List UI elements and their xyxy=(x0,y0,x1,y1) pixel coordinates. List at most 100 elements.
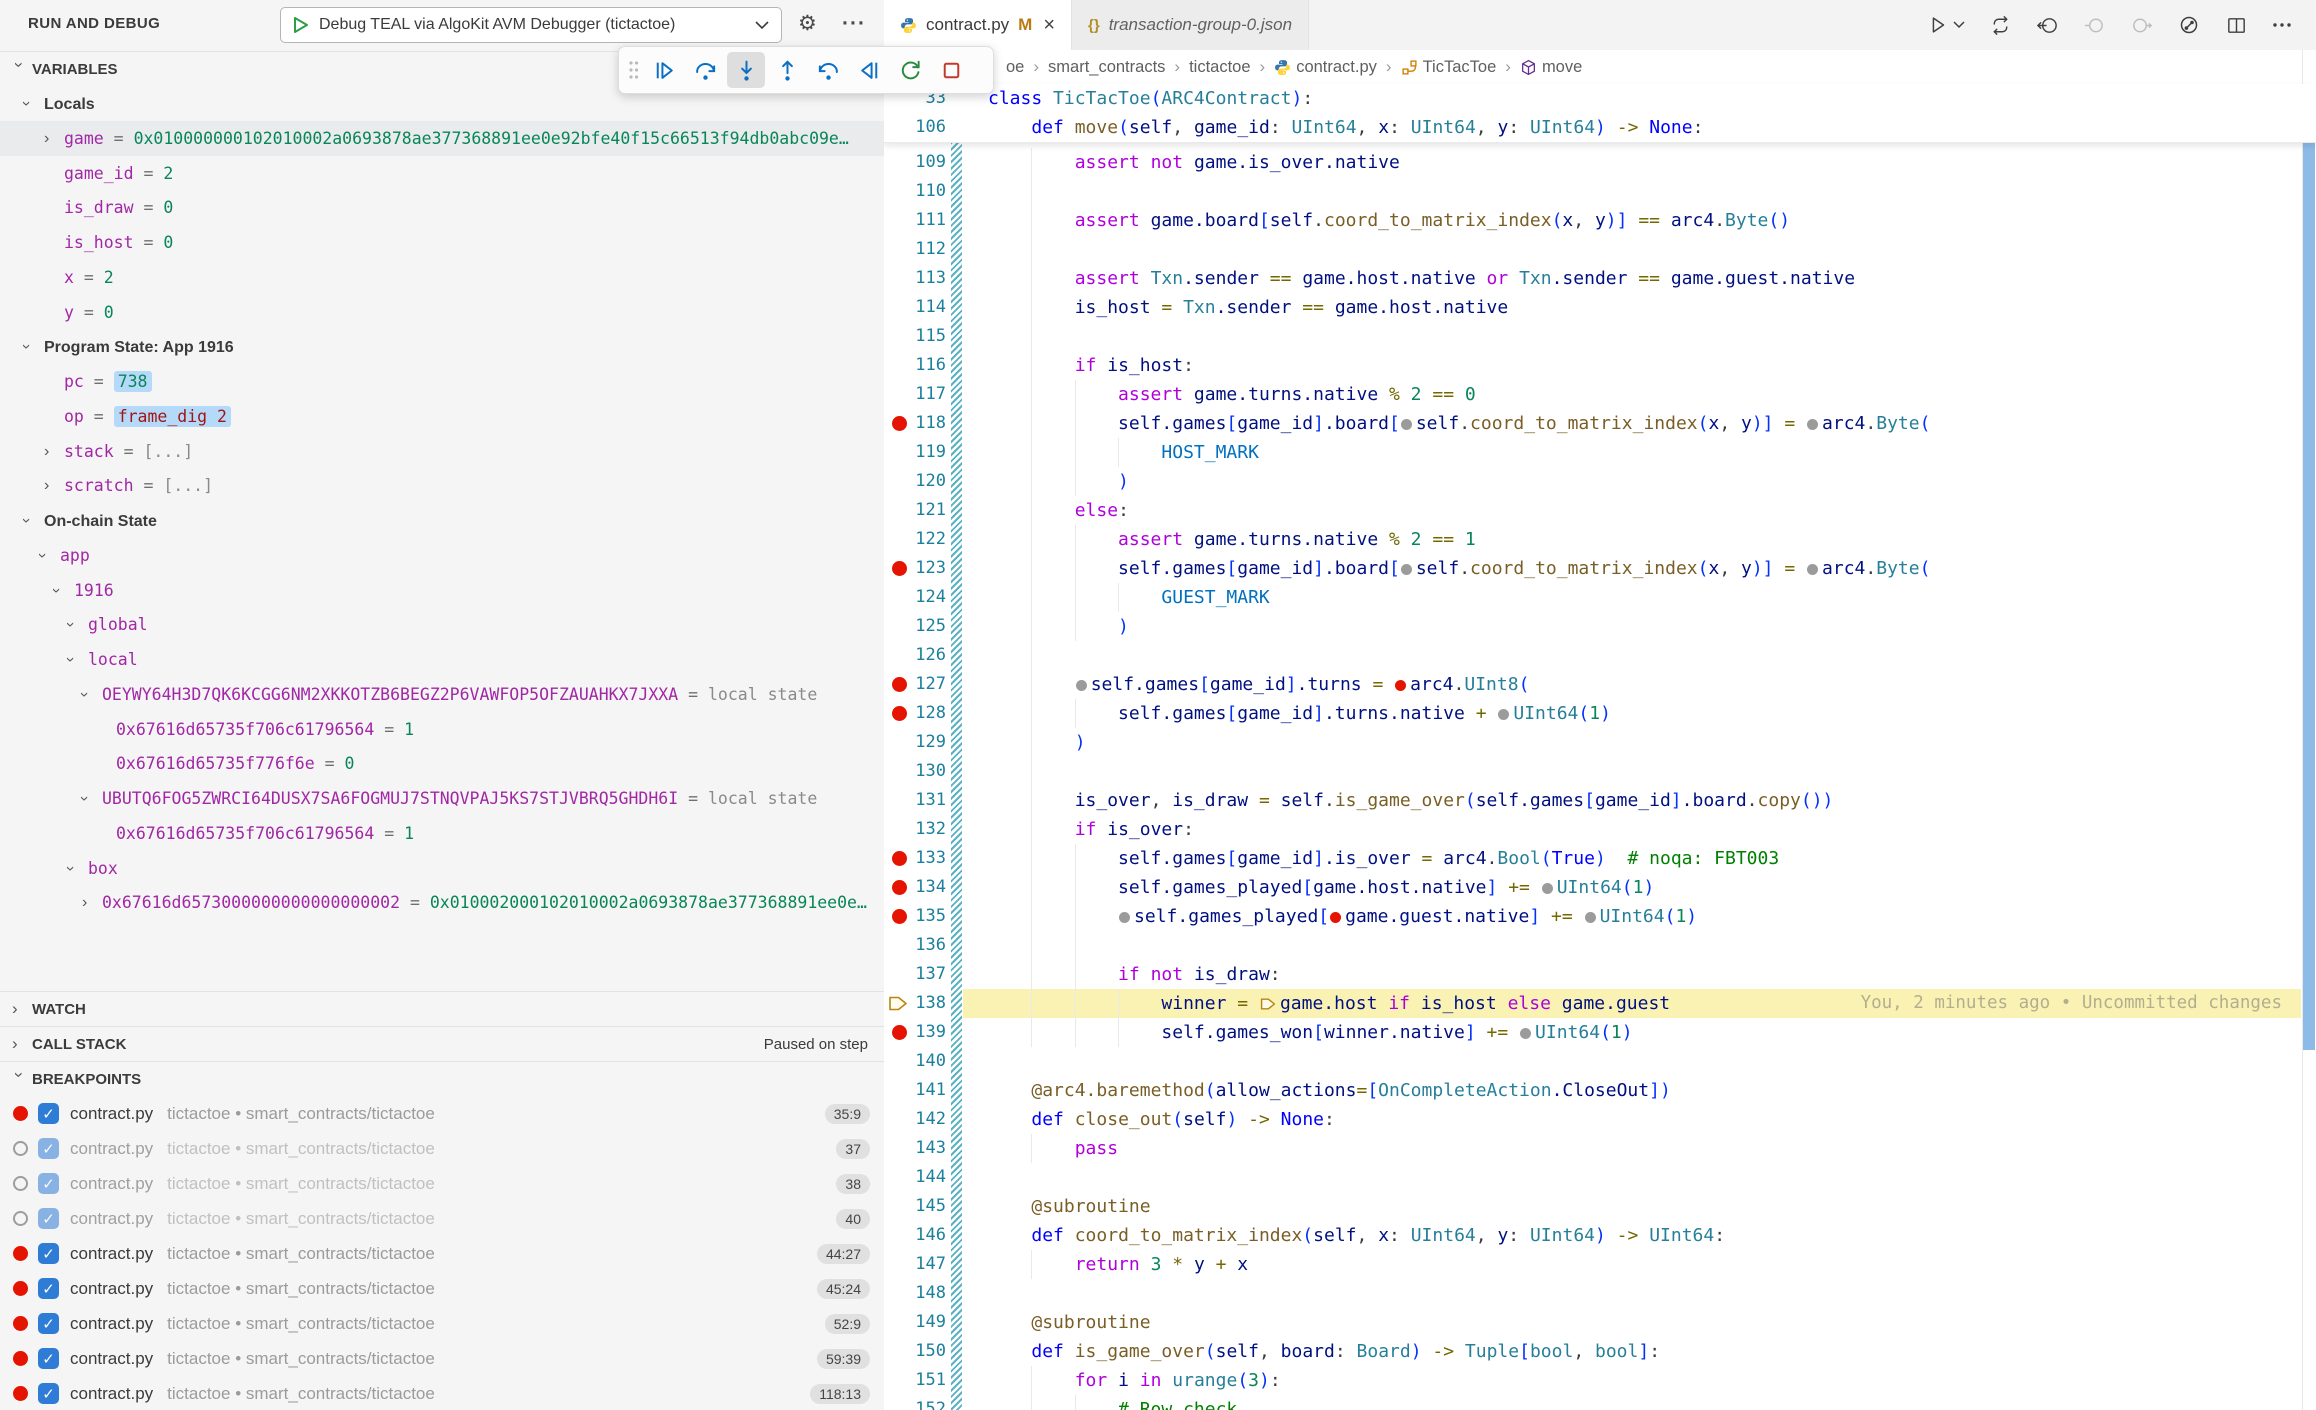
code-line[interactable]: 127 self.games[game_id].turns = arc4.UIn… xyxy=(884,670,2316,699)
step-into-icon[interactable] xyxy=(727,52,765,88)
inline-breakpoint-gray-icon[interactable] xyxy=(1401,564,1412,575)
inline-breakpoint-red-icon[interactable] xyxy=(1395,680,1406,691)
breadcrumb-item[interactable]: TicTacToe xyxy=(1401,58,1497,77)
breakpoint-icon[interactable] xyxy=(13,1316,28,1331)
more-actions-icon[interactable]: ··· xyxy=(842,10,866,38)
code-line[interactable]: 138 winner = game.host if is_host else g… xyxy=(884,989,2316,1018)
code-line[interactable]: 123 self.games[game_id].board[self.coord… xyxy=(884,554,2316,583)
code-line[interactable]: 133 self.games[game_id].is_over = arc4.B… xyxy=(884,844,2316,873)
tab-contract-py[interactable]: contract.py M × xyxy=(884,0,1072,50)
code-line[interactable]: 122 assert game.turns.native % 2 == 1 xyxy=(884,525,2316,554)
code-line[interactable]: 33class TicTacToe(ARC4Contract): xyxy=(884,84,2316,113)
inline-breakpoint-gray-icon[interactable] xyxy=(1076,680,1087,691)
code-line[interactable]: 145 @subroutine xyxy=(884,1192,2316,1221)
code-line[interactable]: 148 xyxy=(884,1279,2316,1308)
tab-transaction-group-json[interactable]: {} transaction-group-0.json xyxy=(1072,0,1309,50)
variable-row[interactable]: ›app xyxy=(0,538,884,573)
breakpoint-checkbox[interactable]: ✓ xyxy=(38,1103,59,1124)
variable-row[interactable]: ›game = 0x010000000102010002a0693878ae37… xyxy=(0,121,884,156)
step-back-icon[interactable] xyxy=(809,52,847,88)
code-line[interactable]: 142 def close_out(self) -> None: xyxy=(884,1105,2316,1134)
variable-row[interactable]: ›local xyxy=(0,642,884,677)
step-out-icon[interactable] xyxy=(768,52,806,88)
code-line[interactable]: 128 self.games[game_id].turns.native + U… xyxy=(884,699,2316,728)
gear-icon[interactable]: ⚙ xyxy=(798,10,817,38)
variable-row[interactable]: ›box xyxy=(0,851,884,886)
breakpoint-icon[interactable] xyxy=(13,1141,28,1156)
inline-breakpoint-gray-icon[interactable] xyxy=(1542,883,1553,894)
breakpoint-checkbox[interactable]: ✓ xyxy=(38,1383,59,1404)
variable-row[interactable]: 0x67616d65735f706c61796564 = 1 xyxy=(0,712,884,747)
breadcrumb-item[interactable]: oe xyxy=(1006,58,1024,77)
code-line[interactable]: 113 assert Txn.sender == game.host.nativ… xyxy=(884,264,2316,293)
breakpoint-row[interactable]: ✓contract.pytictactoe • smart_contracts/… xyxy=(0,1131,884,1166)
breakpoint-icon[interactable] xyxy=(13,1386,28,1401)
breakpoint-row[interactable]: ✓contract.pytictactoe • smart_contracts/… xyxy=(0,1376,884,1410)
code-line[interactable]: 114 is_host = Txn.sender == game.host.na… xyxy=(884,293,2316,322)
variables-group-row[interactable]: ›Program State: App 1916 xyxy=(0,329,884,364)
breakpoint-icon[interactable] xyxy=(13,1176,28,1191)
sticky-scroll[interactable]: 33class TicTacToe(ARC4Contract):106 def … xyxy=(884,84,2316,143)
code-line[interactable]: 125 ) xyxy=(884,612,2316,641)
code-area[interactable]: 109 assert not game.is_over.native110 11… xyxy=(884,142,2316,1410)
debug-start-icon[interactable] xyxy=(293,16,309,34)
code-line[interactable]: 136 xyxy=(884,931,2316,960)
inline-breakpoint-gray-icon[interactable] xyxy=(1520,1028,1531,1039)
section-watch[interactable]: › WATCH xyxy=(0,991,884,1026)
code-line[interactable]: 134 self.games_played[game.host.native] … xyxy=(884,873,2316,902)
drag-handle-icon[interactable] xyxy=(627,59,640,81)
code-line[interactable]: 111 assert game.board[self.coord_to_matr… xyxy=(884,206,2316,235)
code-line[interactable]: 112 xyxy=(884,235,2316,264)
variable-row[interactable]: ›stack = [...] xyxy=(0,434,884,469)
launch-config-select[interactable]: Debug TEAL via AlgoKit AVM Debugger (tic… xyxy=(280,7,782,43)
code-line[interactable]: 115 xyxy=(884,322,2316,351)
code-line[interactable]: 119 HOST_MARK xyxy=(884,438,2316,467)
variables-group-row[interactable]: ›On-chain State xyxy=(0,503,884,538)
section-call-stack[interactable]: › CALL STACK Paused on step xyxy=(0,1026,884,1061)
variable-row[interactable]: ›1916 xyxy=(0,573,884,608)
breakpoint-checkbox[interactable]: ✓ xyxy=(38,1243,59,1264)
breakpoint-checkbox[interactable]: ✓ xyxy=(38,1208,59,1229)
code-line[interactable]: 149 @subroutine xyxy=(884,1308,2316,1337)
inline-breakpoint-gray-icon[interactable] xyxy=(1401,419,1412,430)
inline-breakpoint-gray-icon[interactable] xyxy=(1807,419,1818,430)
breadcrumb-item[interactable]: contract.py xyxy=(1274,58,1377,77)
breakpoint-row[interactable]: ✓contract.pytictactoe • smart_contracts/… xyxy=(0,1271,884,1306)
more-actions-icon[interactable] xyxy=(2272,22,2292,28)
previous-change-icon[interactable] xyxy=(2083,14,2106,37)
variable-row[interactable]: ›OEYWY64H3D7QK6KCGG6NM2XKKOTZB6BEGZ2P6VA… xyxy=(0,677,884,712)
code-line[interactable]: 126 xyxy=(884,641,2316,670)
code-line[interactable]: 141 @arc4.baremethod(allow_actions=[OnCo… xyxy=(884,1076,2316,1105)
variable-row[interactable]: y = 0 xyxy=(0,295,884,330)
split-editor-icon[interactable] xyxy=(2225,14,2248,37)
breakpoint-icon[interactable] xyxy=(13,1106,28,1121)
code-line[interactable]: 131 is_over, is_draw = self.is_game_over… xyxy=(884,786,2316,815)
breadcrumb-item[interactable]: smart_contracts xyxy=(1048,58,1165,77)
code-line[interactable]: 135 self.games_played[game.guest.native]… xyxy=(884,902,2316,931)
code-line[interactable]: 143 pass xyxy=(884,1134,2316,1163)
continue-icon[interactable] xyxy=(645,52,683,88)
variable-row[interactable]: is_draw = 0 xyxy=(0,190,884,225)
breakpoint-icon[interactable] xyxy=(13,1281,28,1296)
close-icon[interactable]: × xyxy=(1043,14,1055,37)
code-line[interactable]: 144 xyxy=(884,1163,2316,1192)
code-line[interactable]: 116 if is_host: xyxy=(884,351,2316,380)
code-line[interactable]: 120 ) xyxy=(884,467,2316,496)
inline-breakpoint-gray-icon[interactable] xyxy=(1119,912,1130,923)
scrollbar-thumb[interactable] xyxy=(2303,88,2315,1050)
variable-row[interactable]: 0x67616d65735f706c61796564 = 1 xyxy=(0,816,884,851)
code-line[interactable]: 130 xyxy=(884,757,2316,786)
variable-row[interactable]: ›0x67616d6573000000000000000002 = 0x0100… xyxy=(0,885,884,920)
breakpoint-row[interactable]: ✓contract.pytictactoe • smart_contracts/… xyxy=(0,1236,884,1271)
source-control-graph-icon[interactable] xyxy=(2177,13,2201,37)
go-back-icon[interactable] xyxy=(2036,14,2059,37)
code-line[interactable]: 139 self.games_won[winner.native] += UIn… xyxy=(884,1018,2316,1047)
variable-row[interactable]: ›scratch = [...] xyxy=(0,468,884,503)
breakpoint-icon[interactable] xyxy=(13,1246,28,1261)
variable-row[interactable]: ›UBUTQ6FOG5ZWRCI64DUSX7SA6FOGMUJ7STNQVPA… xyxy=(0,781,884,816)
restart-icon[interactable] xyxy=(891,52,929,88)
code-line[interactable]: 152 # Row check xyxy=(884,1395,2316,1410)
compare-changes-icon[interactable] xyxy=(1989,14,2012,37)
code-line[interactable]: 140 xyxy=(884,1047,2316,1076)
breakpoint-row[interactable]: ✓contract.pytictactoe • smart_contracts/… xyxy=(0,1201,884,1236)
